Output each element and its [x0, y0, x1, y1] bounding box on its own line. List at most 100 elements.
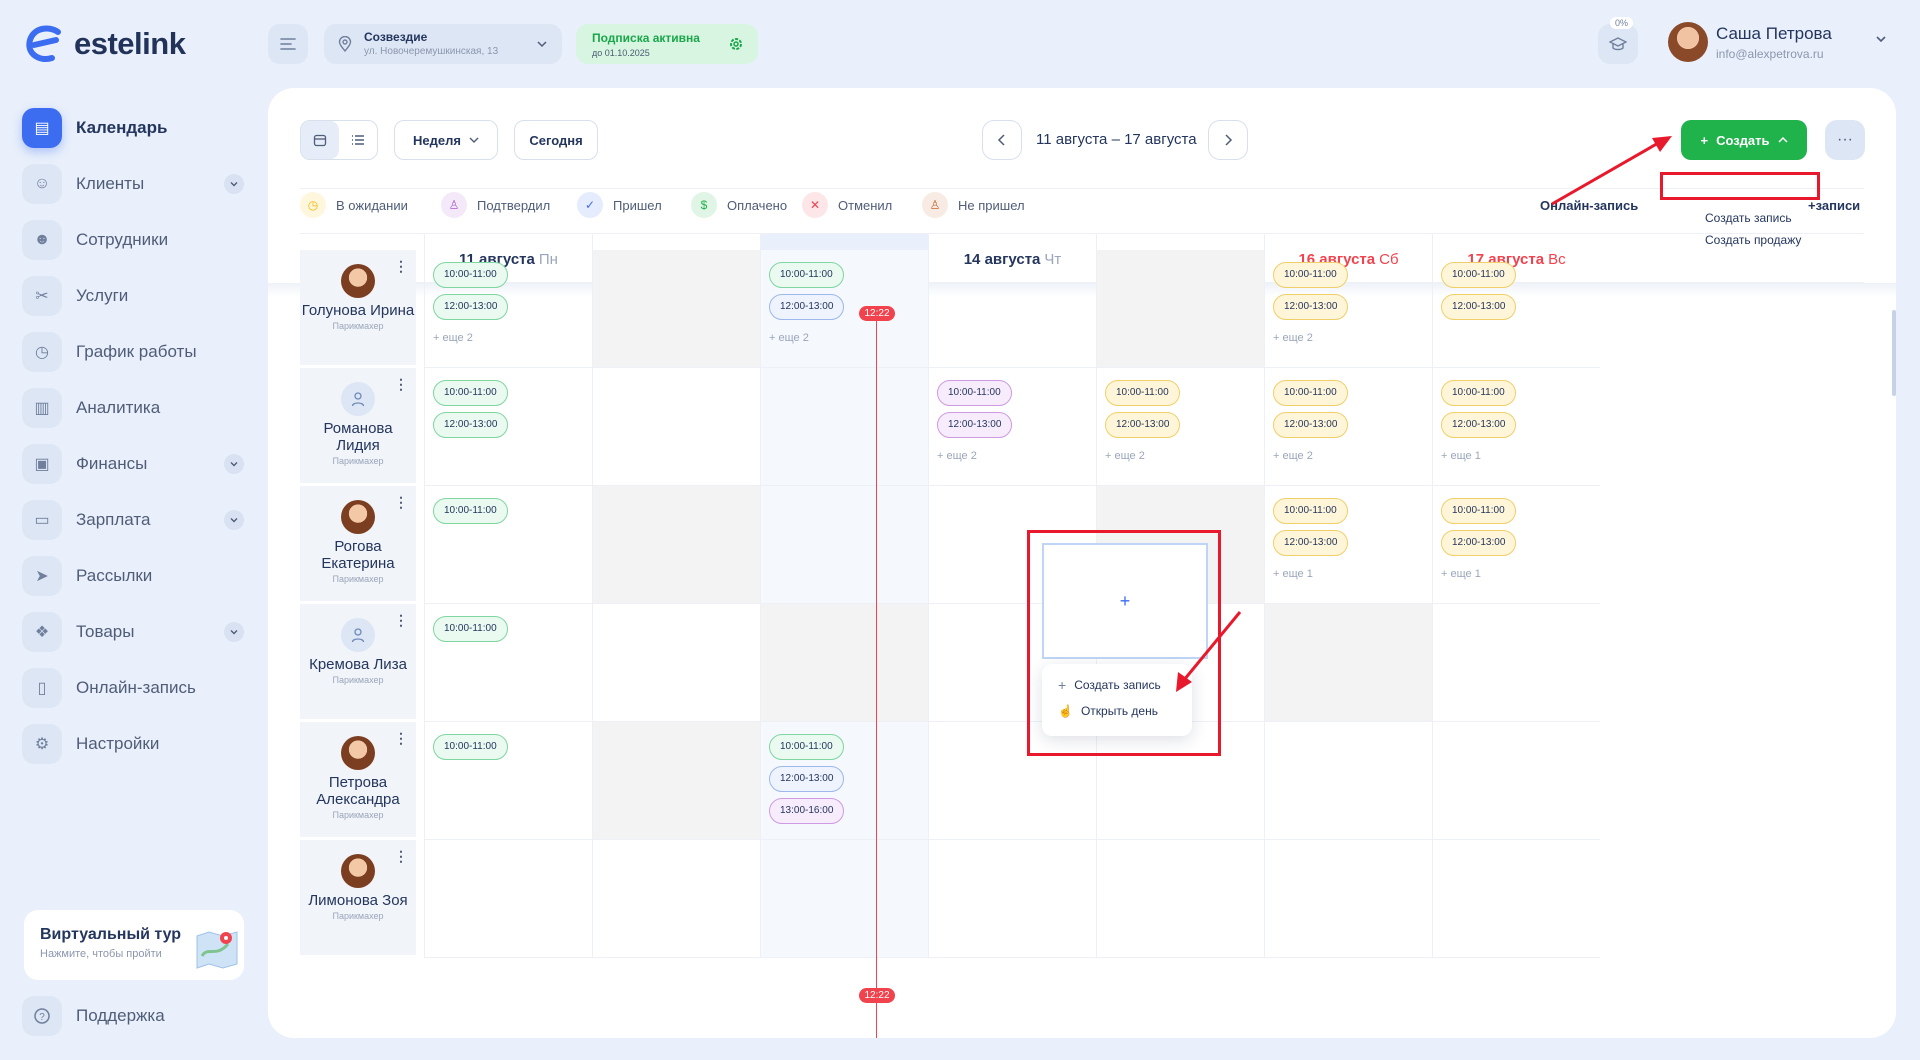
appointment-chip[interactable]: 10:00-11:00: [937, 380, 1012, 406]
calendar-cell[interactable]: [1096, 840, 1264, 958]
calendar-cell[interactable]: [592, 604, 760, 722]
calendar-cell[interactable]: [1264, 840, 1432, 958]
next-week-button[interactable]: [1208, 120, 1248, 160]
chevron-down-icon[interactable]: [224, 454, 244, 474]
appointment-chip[interactable]: 12:00-13:00: [769, 294, 845, 320]
today-button[interactable]: Сегодня: [514, 120, 598, 160]
sidebar-item-1[interactable]: ☺ Клиенты: [22, 156, 252, 212]
create-button[interactable]: + Создать: [1681, 120, 1807, 160]
calendar-cell[interactable]: 10:00-11:00 12:00-13:00 + еще 2: [928, 368, 1096, 486]
more-appointments-link[interactable]: + еще 2: [937, 450, 1088, 462]
calendar-cell[interactable]: [760, 604, 928, 722]
calendar-cell[interactable]: 10:00-11:00 12:00-13:00: [424, 368, 592, 486]
calendar-view-button[interactable]: [301, 121, 339, 159]
sidebar-item-3[interactable]: ✂ Услуги: [22, 268, 252, 324]
appointment-chip[interactable]: 10:00-11:00: [433, 734, 508, 760]
calendar-cell[interactable]: 10:00-11:00 12:00-13:00 + еще 2: [1264, 250, 1432, 368]
more-appointments-link[interactable]: + еще 2: [769, 332, 920, 344]
more-appointments-link[interactable]: + еще 1: [1441, 568, 1592, 580]
calendar-cell[interactable]: [1432, 840, 1600, 958]
sidebar-item-2[interactable]: ☻ Сотрудники: [22, 212, 252, 268]
status-filter-4[interactable]: ✕ Отменил: [802, 192, 892, 218]
sidebar-item-9[interactable]: ❖ Товары: [22, 604, 252, 660]
calendar-cell[interactable]: 10:00-11:00: [424, 486, 592, 604]
chevron-down-icon[interactable]: [224, 622, 244, 642]
onboarding-button[interactable]: [1598, 24, 1638, 64]
appointment-chip[interactable]: 10:00-11:00: [1441, 498, 1516, 524]
calendar-cell[interactable]: 10:00-11:00: [424, 604, 592, 722]
kebab-menu-icon[interactable]: ⋮: [394, 730, 408, 747]
more-options-button[interactable]: ···: [1825, 120, 1865, 160]
calendar-cell[interactable]: [1432, 722, 1600, 840]
menu-toggle-button[interactable]: [268, 24, 308, 64]
employee-card[interactable]: ⋮ Рогова Екатерина Парикмахер: [300, 486, 416, 604]
appointment-chip[interactable]: 12:00-13:00: [1441, 530, 1517, 556]
appointment-chip[interactable]: 10:00-11:00: [1441, 262, 1516, 288]
appointment-chip[interactable]: 12:00-13:00: [433, 294, 509, 320]
sidebar-item-4[interactable]: ◷ График работы: [22, 324, 252, 380]
calendar-cell[interactable]: 10:00-11:00 12:00-13:00 + еще 2: [424, 250, 592, 368]
chevron-down-icon[interactable]: [224, 510, 244, 530]
appointment-chip[interactable]: 10:00-11:00: [1273, 498, 1348, 524]
kebab-menu-icon[interactable]: ⋮: [394, 376, 408, 393]
status-filter-1[interactable]: ♙ Подтвердил: [441, 192, 550, 218]
employee-card[interactable]: ⋮ Романова Лидия Парикмахер: [300, 368, 416, 486]
appointment-chip[interactable]: 10:00-11:00: [1441, 380, 1516, 406]
chevron-down-icon[interactable]: [1874, 32, 1888, 46]
calendar-cell[interactable]: [1264, 722, 1432, 840]
calendar-cell[interactable]: [928, 840, 1096, 958]
calendar-cell[interactable]: 10:00-11:00 12:00-13:00 + еще 2: [1096, 368, 1264, 486]
kebab-menu-icon[interactable]: ⋮: [394, 848, 408, 865]
employee-card[interactable]: ⋮ Голунова Ирина Парикмахер: [300, 250, 416, 368]
virtual-tour-card[interactable]: Виртуальный тур Нажмите, чтобы пройти: [24, 910, 244, 980]
appointment-chip[interactable]: 10:00-11:00: [1273, 380, 1348, 406]
calendar-cell[interactable]: [592, 368, 760, 486]
sidebar-item-6[interactable]: ▣ Финансы: [22, 436, 252, 492]
appointment-chip[interactable]: 10:00-11:00: [1105, 380, 1180, 406]
calendar-cell[interactable]: [424, 840, 592, 958]
appointment-chip[interactable]: 10:00-11:00: [433, 616, 508, 642]
appointment-chip[interactable]: 12:00-13:00: [1273, 530, 1349, 556]
appointment-chip[interactable]: 10:00-11:00: [1273, 262, 1348, 288]
calendar-cell[interactable]: 10:00-11:00 12:00-13:00 + еще 2: [1264, 368, 1432, 486]
logo[interactable]: estelink: [24, 24, 186, 64]
online-booking-link[interactable]: Онлайн-запись: [1540, 198, 1638, 213]
calendar-cell[interactable]: [760, 840, 928, 958]
appointment-chip[interactable]: 12:00-13:00: [1441, 412, 1517, 438]
calendar-cell[interactable]: [592, 722, 760, 840]
more-appointments-link[interactable]: + еще 1: [1273, 568, 1424, 580]
calendar-cell[interactable]: [760, 368, 928, 486]
calendar-cell[interactable]: [592, 486, 760, 604]
more-appointments-link[interactable]: + еще 2: [1105, 450, 1256, 462]
calendar-cell[interactable]: 10:00-11:00 12:00-13:00 13:00-16:00: [760, 722, 928, 840]
calendar-cell[interactable]: 10:00-11:00 12:00-13:00: [1432, 250, 1600, 368]
appointment-chip[interactable]: 12:00-13:00: [1105, 412, 1181, 438]
appointment-chip[interactable]: 12:00-13:00: [433, 412, 509, 438]
appointment-chip[interactable]: 10:00-11:00: [769, 734, 844, 760]
appointment-chip[interactable]: 10:00-11:00: [433, 498, 508, 524]
more-appointments-link[interactable]: + еще 2: [1273, 332, 1424, 344]
calendar-cell[interactable]: [928, 250, 1096, 368]
employee-card[interactable]: ⋮ Кремова Лиза Парикмахер: [300, 604, 416, 722]
period-select[interactable]: Неделя: [394, 120, 498, 160]
calendar-cell[interactable]: [592, 840, 760, 958]
calendar-cell[interactable]: 10:00-11:00: [424, 722, 592, 840]
employee-card[interactable]: ⋮ Петрова Александра Парикмахер: [300, 722, 416, 840]
calendar-cell[interactable]: 10:00-11:00 12:00-13:00 + еще 2: [760, 250, 928, 368]
sidebar-item-8[interactable]: ➤ Рассылки: [22, 548, 252, 604]
appointment-chip[interactable]: 13:00-16:00: [769, 798, 845, 824]
appointment-chip[interactable]: 12:00-13:00: [1273, 412, 1349, 438]
prev-week-button[interactable]: [982, 120, 1022, 160]
status-filter-0[interactable]: ◷ В ожидании: [300, 192, 408, 218]
online-records-link[interactable]: +записи: [1808, 198, 1860, 213]
kebab-menu-icon[interactable]: ⋮: [394, 258, 408, 275]
calendar-cell[interactable]: [1264, 604, 1432, 722]
status-filter-3[interactable]: $ Оплачено: [691, 192, 787, 218]
chevron-down-icon[interactable]: [224, 174, 244, 194]
employee-card[interactable]: ⋮ Лимонова Зоя Парикмахер: [300, 840, 416, 958]
more-appointments-link[interactable]: + еще 2: [433, 332, 584, 344]
kebab-menu-icon[interactable]: ⋮: [394, 494, 408, 511]
more-appointments-link[interactable]: + еще 2: [1273, 450, 1424, 462]
calendar-cell[interactable]: 10:00-11:00 12:00-13:00 + еще 1: [1432, 486, 1600, 604]
calendar-cell[interactable]: 10:00-11:00 12:00-13:00 + еще 1: [1264, 486, 1432, 604]
